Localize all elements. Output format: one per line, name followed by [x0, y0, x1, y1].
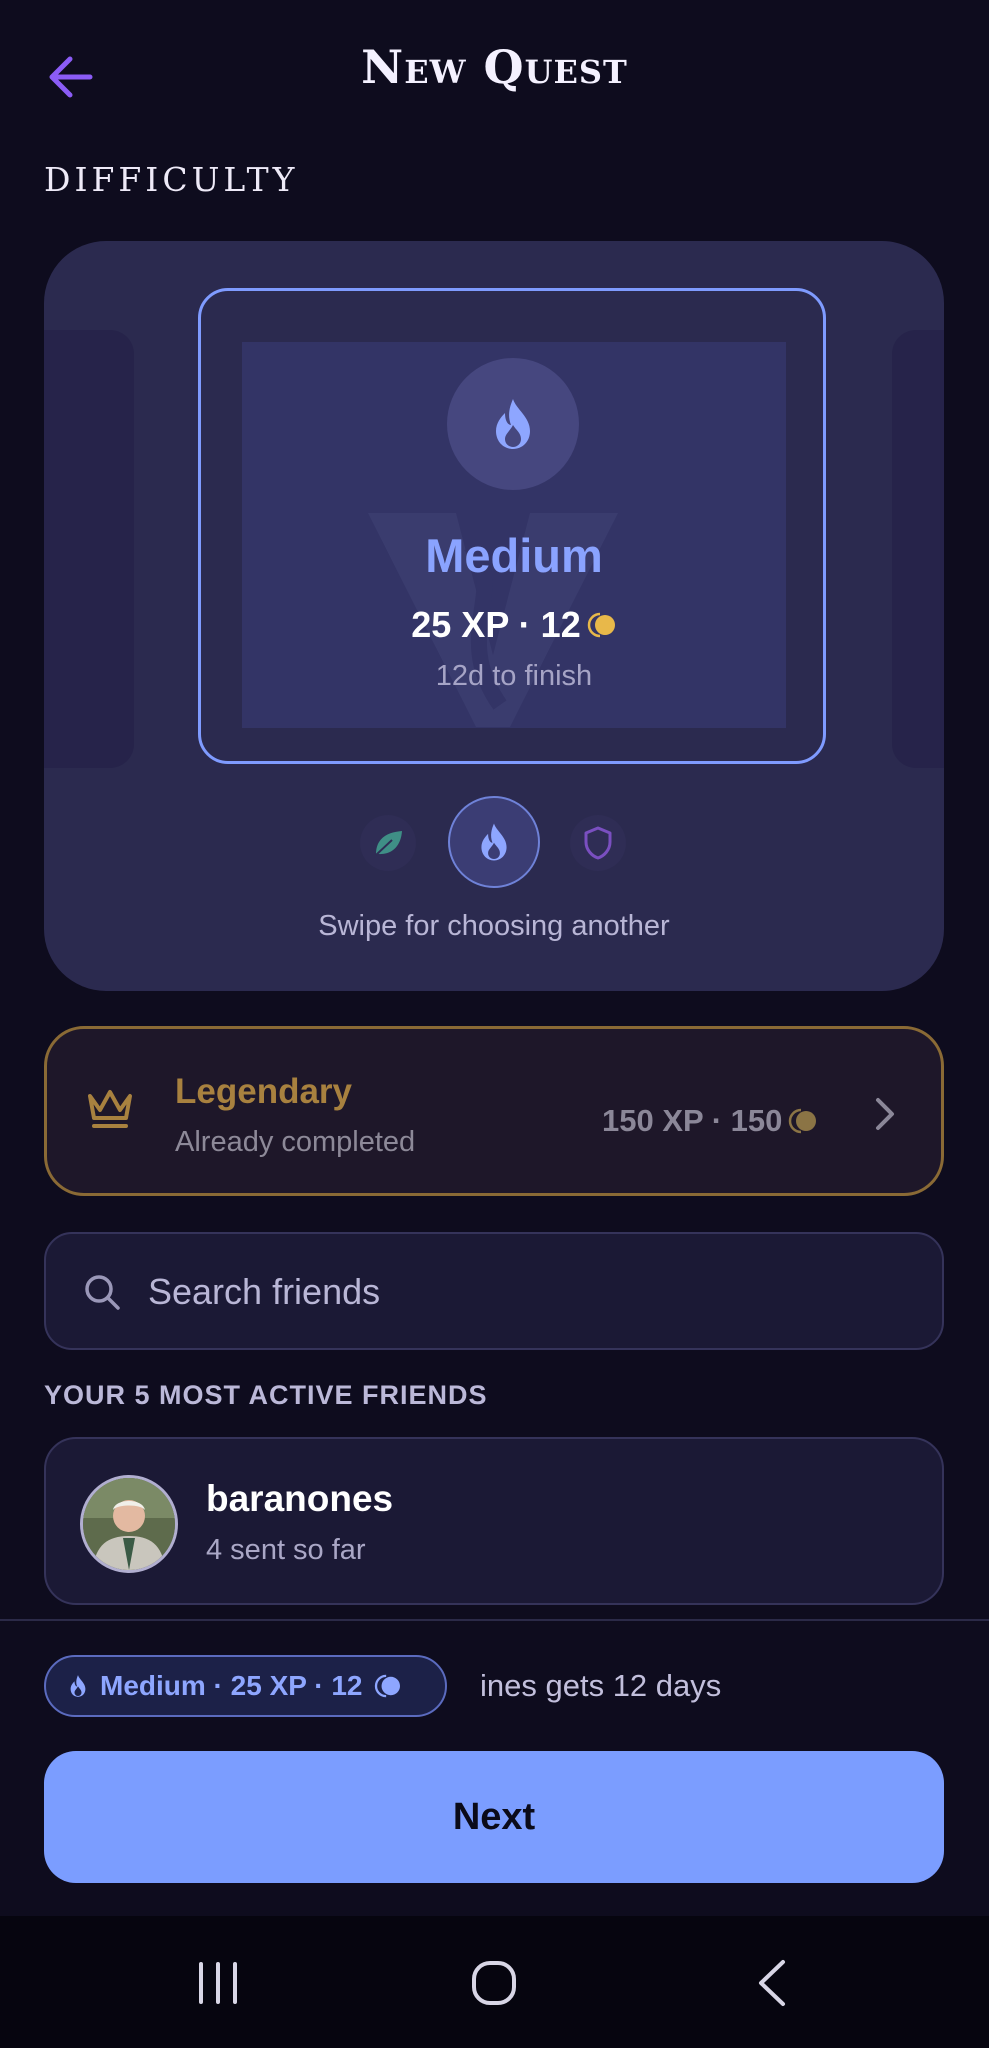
difficulty-option-hard[interactable]	[570, 815, 626, 871]
friend-sent-count: 4 sent so far	[206, 1534, 366, 1566]
friends-section-heading: YOUR 5 MOST ACTIVE FRIENDS	[44, 1380, 488, 1410]
card-difficulty-icon	[447, 358, 579, 490]
recent-apps-button[interactable]	[178, 1948, 258, 2018]
pill-text: Medium · 25 XP · 12	[100, 1670, 363, 1701]
coin-icon	[789, 1108, 817, 1134]
difficulty-section-label: DIFFICULTY	[44, 160, 299, 199]
difficulty-reward-text: 25 XP · 12	[411, 604, 581, 645]
divider	[0, 1619, 989, 1621]
search-icon	[85, 1275, 120, 1310]
flame-icon	[70, 1675, 86, 1697]
difficulty-reward: 25 XP · 12	[242, 604, 786, 646]
difficulty-option-medium[interactable]	[448, 796, 540, 888]
friend-name: baranones	[206, 1478, 394, 1519]
home-button[interactable]	[454, 1948, 534, 2018]
coin-icon	[375, 1674, 401, 1698]
coin-icon	[587, 612, 615, 638]
chevron-left-icon	[759, 1960, 785, 2006]
difficulty-name: Medium	[425, 529, 603, 582]
avatar	[80, 1475, 178, 1573]
difficulty-duration: 12d to finish	[435, 660, 593, 692]
home-icon	[472, 1961, 516, 2005]
shield-icon	[584, 826, 612, 860]
selected-difficulty-pill: Medium · 25 XP · 12	[44, 1655, 447, 1717]
next-button[interactable]: Next	[44, 1751, 944, 1883]
recent-apps-icon	[199, 1962, 237, 2004]
avatar-image	[83, 1478, 175, 1570]
search-friends-input[interactable]	[146, 1262, 910, 1322]
legendary-name: Legendary	[175, 1072, 352, 1111]
next-difficulty-card[interactable]	[892, 330, 944, 768]
previous-difficulty-card[interactable]	[44, 330, 134, 768]
summary-text: ines gets 12 days	[480, 1668, 722, 1703]
legendary-reward: 150 XP · 150	[602, 1103, 818, 1139]
crown-icon	[88, 1090, 132, 1128]
swipe-hint: Swipe for choosing another	[318, 910, 670, 942]
legendary-status: Already completed	[175, 1126, 416, 1158]
chevron-right-icon	[876, 1098, 894, 1130]
legendary-reward-text: 150 XP · 150	[602, 1103, 783, 1138]
difficulty-option-easy[interactable]	[360, 815, 416, 871]
leaf-icon	[375, 831, 402, 856]
page-title: New Quest	[361, 40, 628, 94]
system-back-button[interactable]	[732, 1948, 812, 2018]
flame-icon	[481, 823, 507, 861]
flame-icon	[496, 399, 530, 449]
friend-list-item[interactable]	[44, 1437, 944, 1605]
